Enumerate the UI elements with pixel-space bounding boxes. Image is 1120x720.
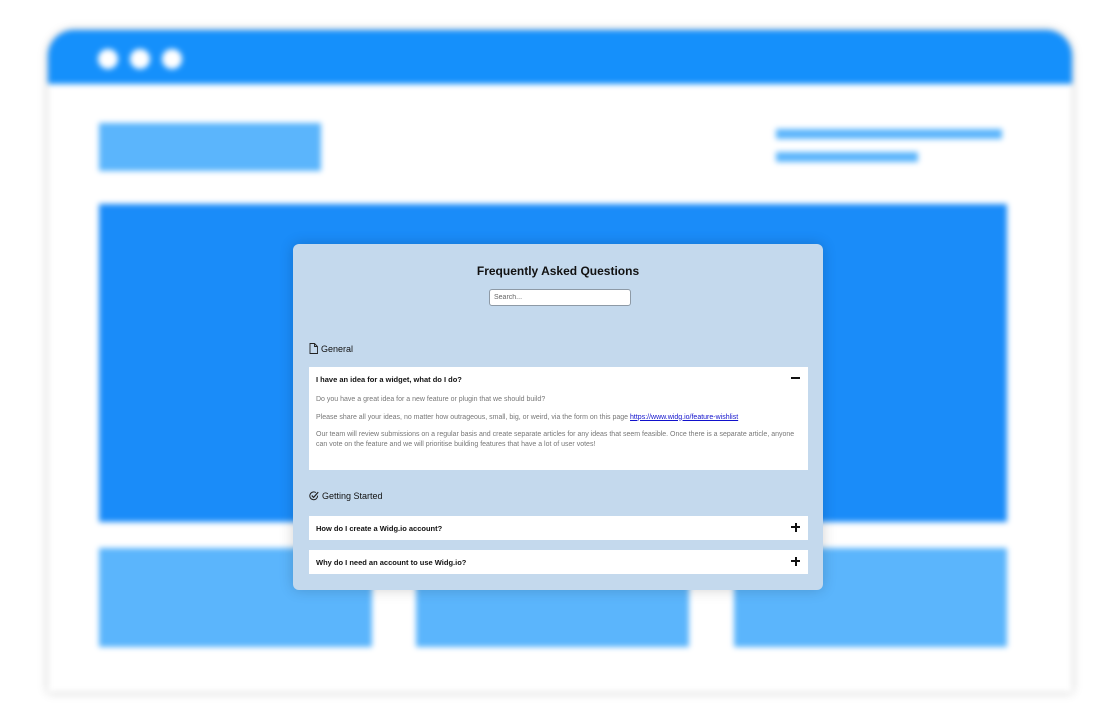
window-dot-icon [130,49,150,69]
feature-wishlist-link[interactable]: https://www.widg.io/feature-wishlist [630,414,738,421]
faq-question-toggle[interactable]: I have an idea for a widget, what do I d… [309,367,808,391]
placeholder-logo [99,123,321,171]
section-general: General [309,343,353,354]
answer-paragraph: Our team will review submissions on a re… [316,431,795,448]
search-input[interactable] [489,289,631,306]
plus-icon[interactable] [791,522,801,532]
window-dot-icon [98,49,118,69]
section-getting-started: Getting Started [309,491,383,501]
minus-icon[interactable] [791,373,801,383]
faq-question: How do I create a Widg.io account? [316,523,443,533]
faq-question: Why do I need an account to use Widg.io? [316,557,467,567]
faq-item: How do I create a Widg.io account? [309,516,808,540]
faq-answer: Do you have a great idea for a new featu… [309,391,808,449]
section-title: General [321,343,354,354]
faq-question: I have an idea for a widget, what do I d… [316,374,462,384]
faq-question-toggle[interactable]: How do I create a Widg.io account? [309,516,808,540]
browser-title-bar [48,30,1072,84]
plus-icon[interactable] [791,556,801,566]
answer-paragraph: Do you have a great idea for a new featu… [316,396,546,403]
section-title: Getting Started [322,491,383,501]
placeholder-nav-line [776,129,1002,139]
document-icon [309,343,318,354]
faq-question-toggle[interactable]: Why do I need an account to use Widg.io? [309,550,808,574]
answer-text: Please share all your ideas, no matter h… [316,413,629,421]
faq-item: Why do I need an account to use Widg.io? [309,550,808,574]
faq-widget: Frequently Asked Questions General I hav… [293,244,823,590]
faq-item: I have an idea for a widget, what do I d… [309,367,808,470]
placeholder-nav-line [776,152,918,162]
answer-paragraph: Please share all your ideas, no matter h… [316,413,799,423]
check-circle-icon [309,491,319,501]
faq-title: Frequently Asked Questions [476,264,640,278]
window-dot-icon [162,49,182,69]
